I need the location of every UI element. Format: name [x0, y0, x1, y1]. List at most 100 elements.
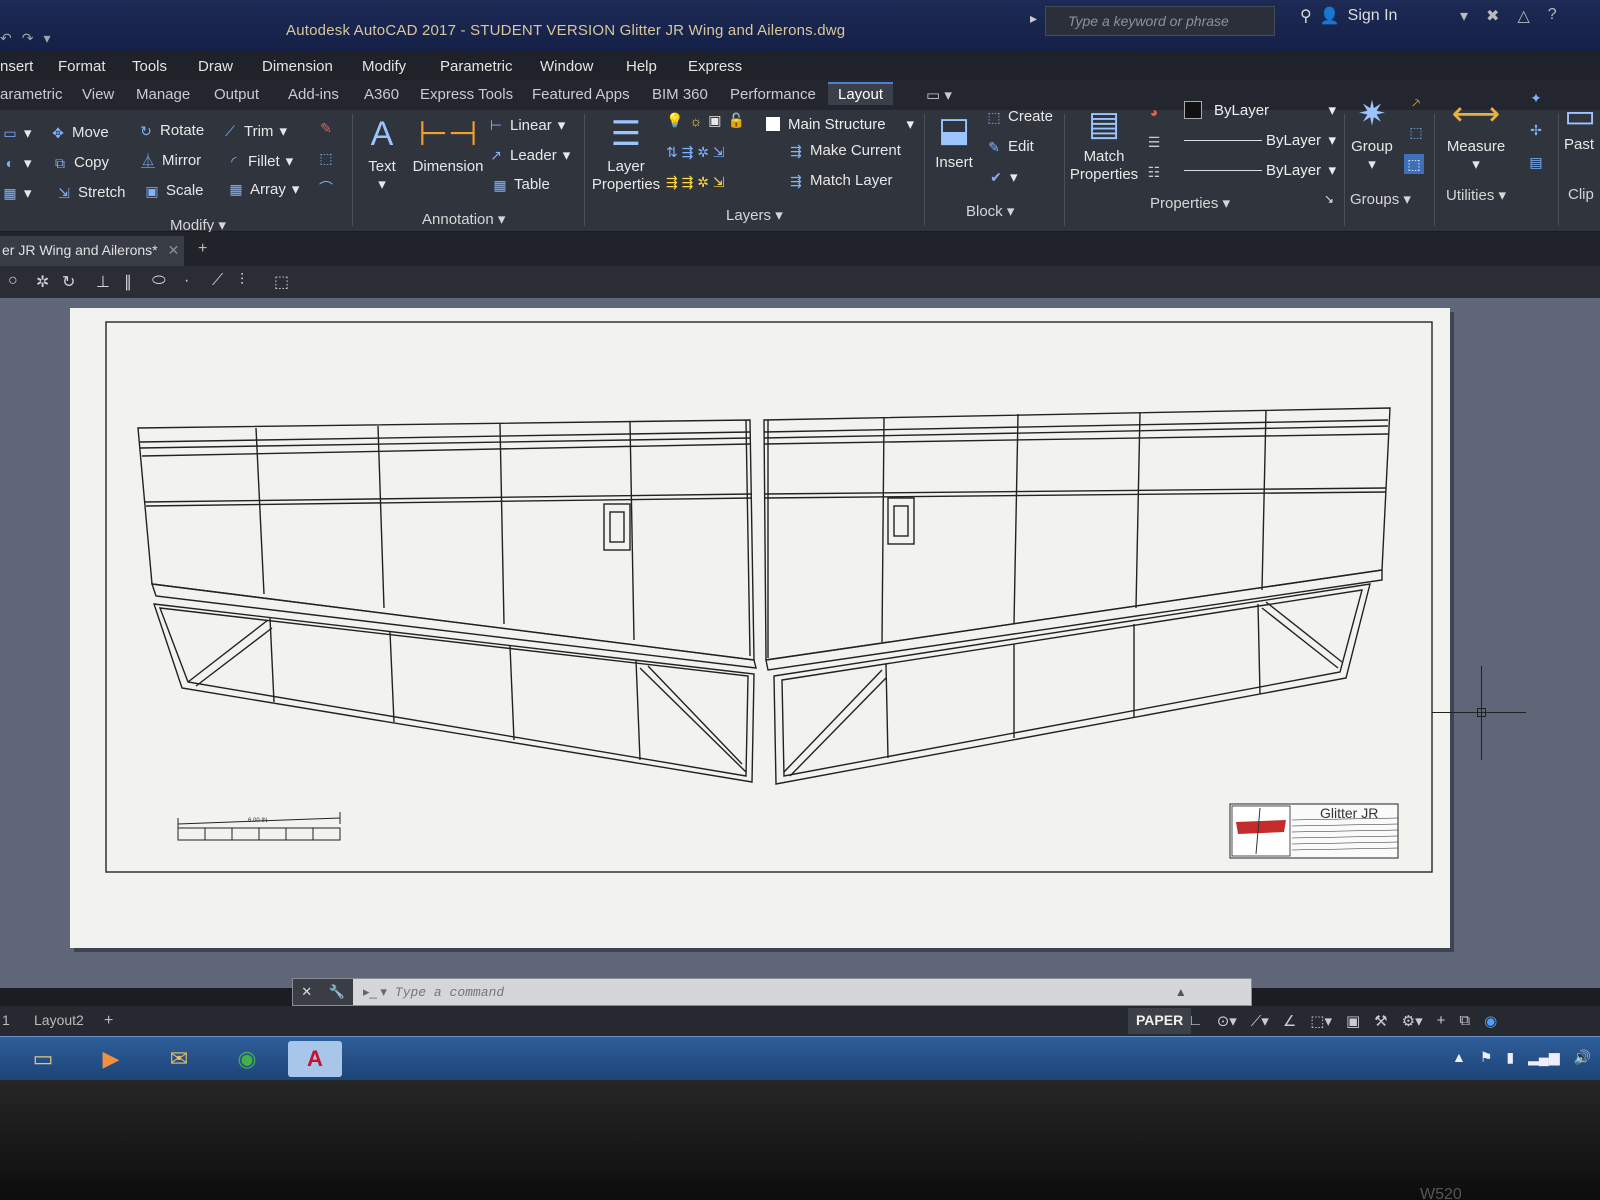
annotation-panel-label[interactable]: Annotation ▾ — [422, 210, 505, 228]
tab-bim360[interactable]: BIM 360 — [652, 86, 708, 103]
media-player-icon[interactable]: ▶ — [84, 1041, 138, 1077]
star-icon[interactable]: ✲ — [36, 272, 49, 292]
tray-expand-icon[interactable]: ▲ — [1452, 1049, 1466, 1066]
groups-panel-label[interactable]: Groups ▾ — [1350, 190, 1411, 208]
network-icon[interactable]: ▂▄▆ — [1528, 1049, 1559, 1066]
match-properties-button[interactable]: ▤ Match Properties — [1066, 104, 1142, 184]
flag-icon[interactable]: ⚑ — [1480, 1049, 1493, 1066]
text-button[interactable]: A Text ▾ — [360, 114, 404, 194]
leader-button[interactable]: ↗ Leader ▾ — [488, 146, 570, 165]
linetype-icon[interactable]: ☷ — [1146, 164, 1162, 180]
create-block-button[interactable]: ⬚ Create — [986, 108, 1053, 125]
tangent-icon[interactable]: ⟋ — [212, 272, 223, 290]
layer-state-icons[interactable]: 💡 ☼ ▣ 🔓 — [666, 112, 745, 129]
layout-tab-1[interactable]: 1 — [2, 1012, 10, 1028]
customization-icon[interactable]: ◉ — [1484, 1012, 1497, 1030]
tab-manage[interactable]: Manage — [136, 86, 190, 103]
angle-icon[interactable]: ∠ — [1283, 1012, 1296, 1030]
move-button[interactable]: ✥ Move — [50, 124, 109, 141]
make-current-button[interactable]: ⇶ Make Current — [788, 142, 901, 159]
search-input[interactable]: Type a keyword or phrase — [1045, 6, 1275, 36]
modify-more-icon-2[interactable]: ◐ ▾ — [2, 154, 32, 172]
dropdown-icon[interactable]: ▾ — [1460, 6, 1468, 26]
layer-tools-row-3[interactable]: ⇶ ⇶ ✲ ⇲ — [666, 174, 725, 191]
battery-icon[interactable]: ▮ — [1506, 1049, 1514, 1066]
modify-more-icon-3[interactable]: ▦ ▾ — [2, 184, 31, 202]
group-edit-icon[interactable]: ⬚ — [1408, 124, 1424, 140]
menu-tools[interactable]: Tools — [132, 58, 167, 75]
lineweight-icon[interactable]: ☰ — [1146, 134, 1162, 150]
tab-featured-apps[interactable]: Featured Apps — [532, 86, 630, 103]
mirror-button[interactable]: ⏅ Mirror — [140, 152, 201, 169]
parallel-icon[interactable]: ∥ — [124, 272, 132, 292]
rotate-view-icon[interactable]: ↻ — [62, 272, 75, 292]
calculator-icon[interactable]: ▤ — [1528, 154, 1544, 170]
linetype-dropdown[interactable]: ByLayer ▾ — [1176, 128, 1340, 152]
linear-button[interactable]: ⊢ Linear ▾ — [488, 116, 565, 135]
clipboard-panel-label[interactable]: Clip — [1568, 186, 1594, 203]
tab-addins[interactable]: Add-ins — [288, 86, 339, 103]
exchange-icon[interactable]: ✖ — [1486, 6, 1499, 26]
tab-output[interactable]: Output — [214, 86, 259, 103]
circle-icon[interactable]: ○ — [8, 272, 18, 290]
modify-more-icon[interactable]: ▭ ▾ — [2, 124, 31, 142]
graphics-icon[interactable]: ⧉ — [1459, 1012, 1470, 1030]
id-point-icon[interactable]: ✢ — [1528, 122, 1544, 138]
plus-icon[interactable]: + — [1437, 1012, 1446, 1030]
table-button[interactable]: ▦ Table — [492, 176, 549, 193]
explode-button[interactable]: ⬚ — [318, 150, 334, 166]
edit-block-button[interactable]: ✎ Edit — [986, 138, 1034, 155]
copy-button[interactable]: ⧉ Copy — [52, 154, 109, 171]
snap-mode-icon[interactable]: ∟ — [1188, 1012, 1203, 1030]
close-command-icon[interactable]: ✕ — [301, 984, 312, 1000]
tab-view[interactable]: View — [82, 86, 114, 103]
tab-performance[interactable]: Performance — [730, 86, 816, 103]
utilities-panel-label[interactable]: Utilities ▾ — [1446, 186, 1506, 204]
add-layout-icon[interactable]: + — [104, 1012, 113, 1030]
menu-window[interactable]: Window — [540, 58, 593, 75]
polar-tracking-icon[interactable]: ⊙▾ — [1217, 1012, 1237, 1030]
tab-a360[interactable]: A360 — [364, 86, 399, 103]
dynamic-ucs-icon[interactable]: ⬚▾ — [1310, 1012, 1332, 1030]
group-selection-icon[interactable]: ⬚ — [1404, 154, 1424, 174]
trim-button[interactable]: ⟋ Trim ▾ — [222, 122, 287, 141]
measure-button[interactable]: ⟷ Measure ▾ — [1440, 94, 1512, 174]
perpendicular-icon[interactable]: ⊥ — [96, 272, 110, 292]
file-explorer-icon[interactable]: ▭ — [16, 1041, 70, 1077]
chrome-icon[interactable]: ◉ — [220, 1041, 274, 1077]
layer-dropdown[interactable]: Main Structure ▾ — [758, 112, 918, 136]
layers-panel-label[interactable]: Layers ▾ — [726, 206, 783, 224]
qat-dropdown-icon[interactable]: ▾ — [43, 30, 50, 47]
command-history-icon[interactable]: ▲ — [1175, 985, 1187, 999]
help-icon[interactable]: ? — [1548, 6, 1557, 26]
tab-options-icon[interactable]: ▭ ▾ — [926, 86, 952, 104]
rotate-button[interactable]: ↻ Rotate — [138, 122, 204, 139]
tab-express-tools[interactable]: Express Tools — [420, 86, 513, 103]
fillet-button[interactable]: ◜ Fillet ▾ — [226, 152, 293, 171]
autodesk-icon[interactable]: △ — [1517, 6, 1529, 26]
quick-select-icon[interactable]: ✦ — [1528, 90, 1544, 106]
layer-properties-button[interactable]: ☰ Layer Properties — [590, 114, 662, 194]
erase-button[interactable]: ✎ — [318, 120, 334, 136]
sign-in-button[interactable]: ⚲ 👤 Sign In — [1300, 6, 1397, 26]
osnap-settings-icon[interactable]: ⫶ — [240, 272, 244, 290]
frame-icon[interactable]: ⬚ — [274, 272, 289, 292]
command-input[interactable] — [394, 984, 1175, 1000]
layout-tab-layout2[interactable]: Layout2 — [34, 1012, 84, 1028]
tab-layout[interactable]: Layout — [828, 82, 894, 105]
array-button[interactable]: ▦ Array ▾ — [228, 180, 299, 199]
isometric-icon[interactable]: ⟋▾ — [1251, 1012, 1269, 1030]
redo-icon[interactable]: ↷ — [22, 30, 34, 47]
match-layer-button[interactable]: ⇶ Match Layer — [788, 172, 892, 189]
tab-parametric[interactable]: arametric — [0, 86, 63, 103]
color-dropdown[interactable]: ByLayer ▾ — [1176, 98, 1340, 122]
outlook-icon[interactable]: ✉ — [152, 1041, 206, 1077]
close-tab-icon[interactable]: ✕ — [168, 242, 180, 258]
menu-dimension[interactable]: Dimension — [262, 58, 333, 75]
menu-help[interactable]: Help — [626, 58, 657, 75]
drawing-area[interactable]: 6.00 IN Glitter JR — [0, 298, 1600, 988]
menu-format[interactable]: Format — [58, 58, 106, 75]
menu-modify[interactable]: Modify — [362, 58, 406, 75]
block-panel-label[interactable]: Block ▾ — [966, 202, 1014, 220]
menu-express[interactable]: Express — [688, 58, 742, 75]
